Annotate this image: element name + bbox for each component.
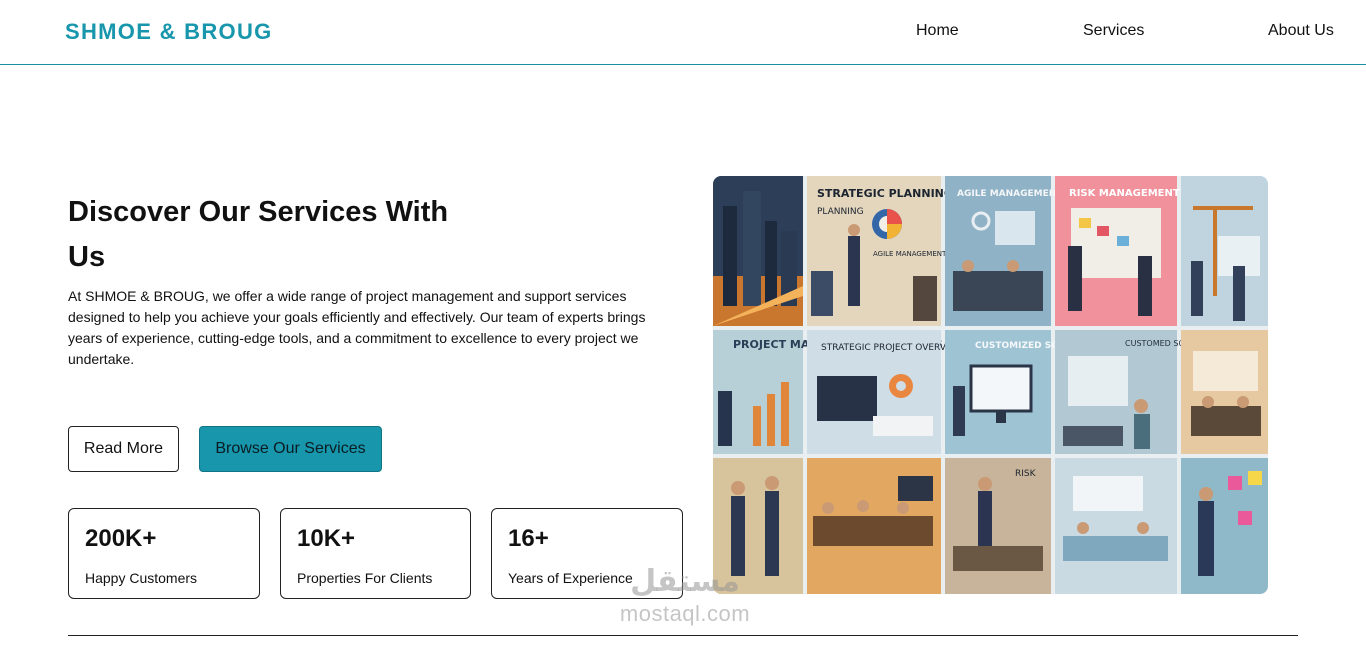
stat-label: Years of Experience [508, 570, 633, 586]
collage-tile-boardroom [807, 458, 941, 594]
collage-tile-handshake [713, 458, 803, 594]
collage-tile-city-skyline [713, 176, 803, 326]
read-more-button[interactable]: Read More [68, 426, 179, 472]
svg-text:PLANNING: PLANNING [817, 207, 864, 217]
section-divider [68, 635, 1298, 636]
stat-card-experience: 16+ Years of Experience [491, 508, 683, 599]
svg-text:STRATEGIC PROJECT OVERVICIT: STRATEGIC PROJECT OVERVICIT [821, 343, 964, 353]
collage-tile-meeting-room [1181, 330, 1268, 454]
collage-tile-risk-presentation: RISK [945, 458, 1051, 594]
collage-tile-agile-management: AGILE MANAGEMENT [945, 176, 1063, 326]
nav-link-about[interactable]: About Us [1268, 22, 1334, 40]
stat-value: 10K+ [297, 525, 356, 552]
collage-tile-team-meeting [1055, 458, 1177, 594]
svg-text:RISK MANAGEMENT: RISK MANAGEMENT [1069, 188, 1180, 199]
svg-text:STRATEGIC PLANNING: STRATEGIC PLANNING [817, 187, 953, 200]
stat-value: 16+ [508, 525, 549, 552]
watermark-site-text: mostaql.com [619, 601, 751, 626]
nav-link-services[interactable]: Services [1083, 22, 1144, 40]
hero-description: At SHMOE & BROUG, we offer a wide range … [68, 288, 646, 367]
collage-tile-construction-site [1181, 176, 1268, 326]
stat-card-properties: 10K+ Properties For Clients [280, 508, 471, 599]
stat-value: 200K+ [85, 525, 157, 552]
svg-text:AGILE MANAGEMENT: AGILE MANAGEMENT [957, 189, 1063, 199]
navbar: SHMOE & BROUG Home Services About Us [0, 0, 1366, 65]
collage-tile-sticky-notes [1181, 458, 1268, 594]
stat-card-customers: 200K+ Happy Customers [68, 508, 260, 599]
stat-label: Properties For Clients [297, 570, 433, 586]
collage-tile-strategic-project-overview: STRATEGIC PROJECT OVERVICIT [807, 330, 964, 454]
browse-services-button[interactable]: Browse Our Services [199, 426, 382, 472]
collage-tile-risk-management: RISK MANAGEMENT [1055, 176, 1180, 326]
hero-title: Discover Our Services With Us [68, 196, 449, 273]
nav-link-home[interactable]: Home [916, 22, 959, 40]
services-collage-image: STRATEGIC PLANNING PLANNING AGILE MANAGE… [713, 176, 1268, 594]
stat-label: Happy Customers [85, 570, 198, 586]
brand-logo[interactable]: SHMOE & BROUG [65, 19, 273, 45]
svg-text:AGILE MANAGEMENT: AGILE MANAGEMENT [873, 250, 947, 258]
svg-text:RISK: RISK [1015, 469, 1037, 479]
collage-tile-strategic-planning: STRATEGIC PLANNING PLANNING AGILE MANAGE… [807, 176, 953, 326]
